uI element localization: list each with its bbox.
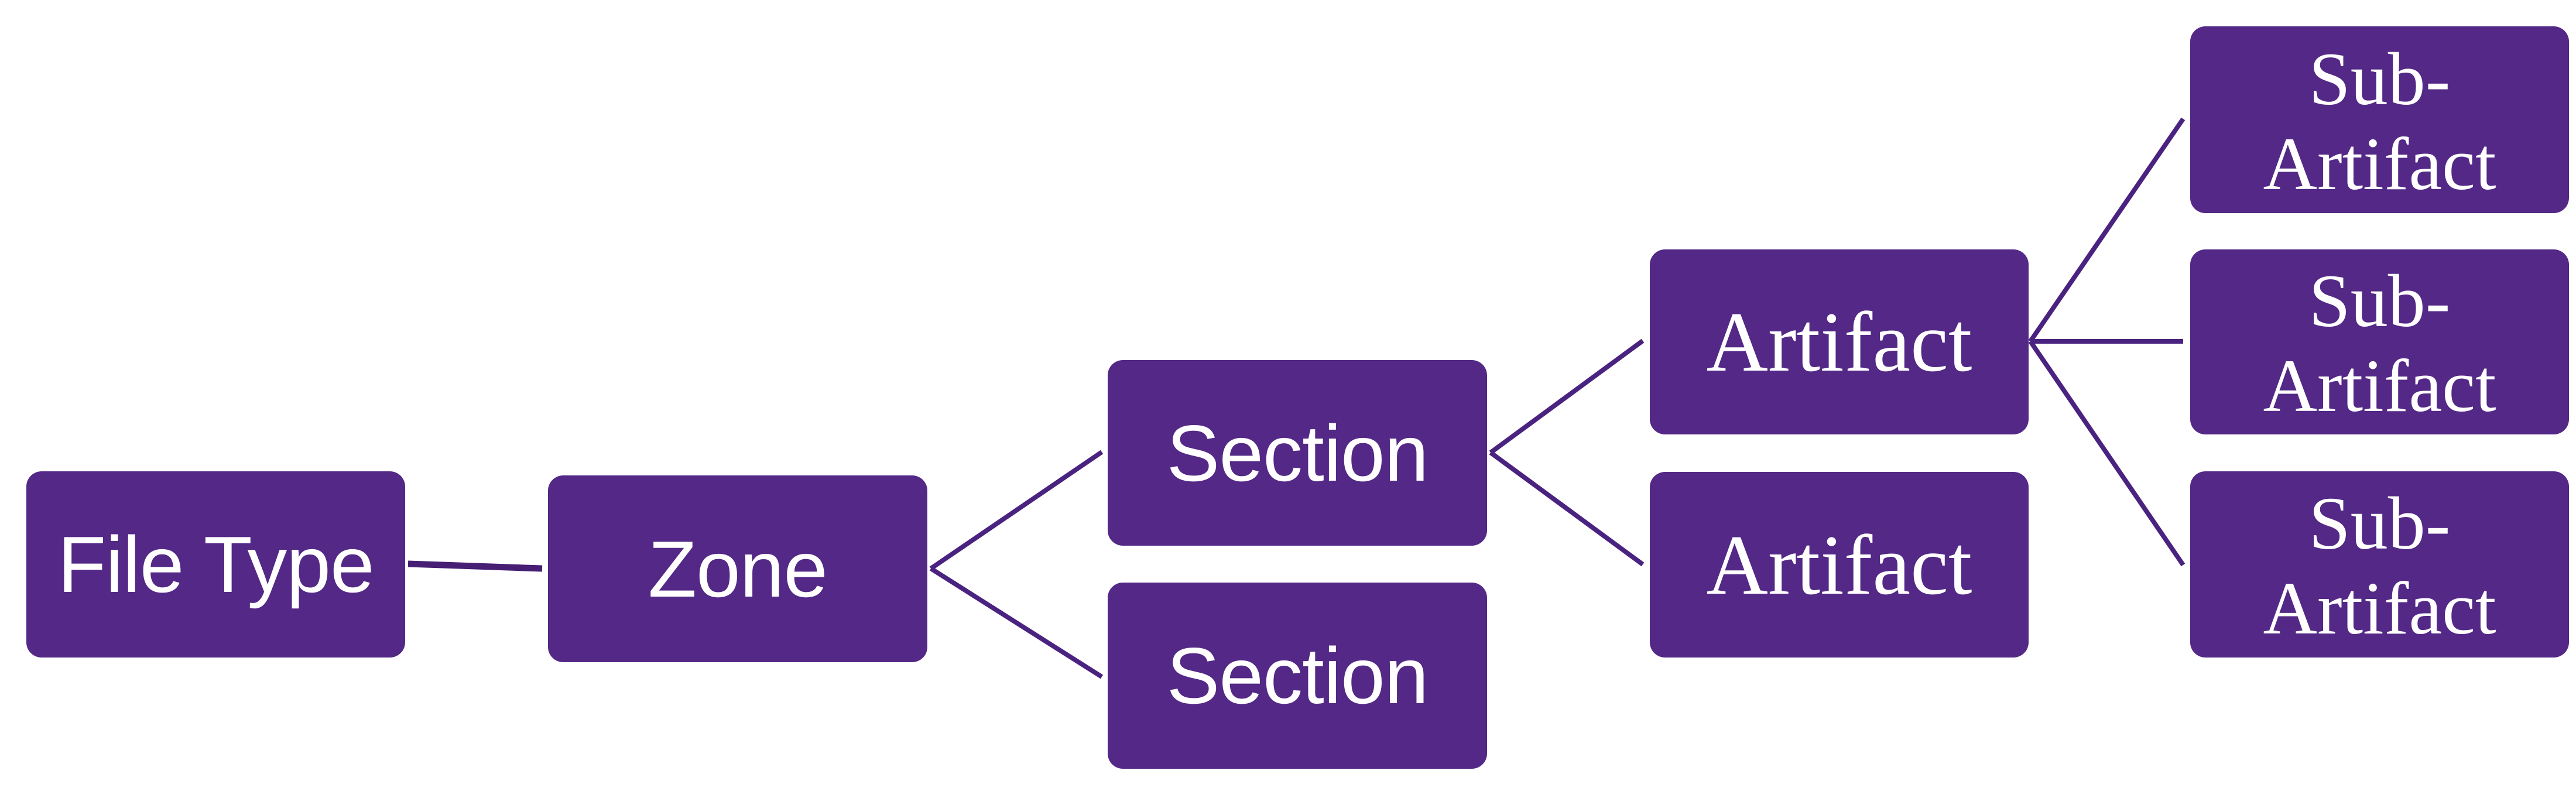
node-label: Sub- Artifact bbox=[2263, 37, 2496, 206]
connector-file-type-zone bbox=[407, 560, 543, 572]
node-label: Artifact bbox=[1706, 295, 1972, 389]
node-file-type: File Type bbox=[26, 471, 405, 658]
node-label: Artifact bbox=[1706, 517, 1972, 612]
node-section-1: Section bbox=[1108, 360, 1487, 546]
connector-zone-section-2 bbox=[929, 566, 1104, 679]
node-sub-artifact-3: Sub- Artifact bbox=[2190, 471, 2569, 658]
node-zone: Zone bbox=[548, 475, 927, 662]
node-label: Zone bbox=[648, 524, 828, 614]
node-label: File Type bbox=[57, 520, 374, 609]
connector-section-1-artifact-1 bbox=[1489, 338, 1645, 455]
node-label: Sub- Artifact bbox=[2263, 482, 2496, 650]
node-artifact-2: Artifact bbox=[1650, 472, 2029, 658]
hierarchy-diagram: File Type Zone Section Section Artifact … bbox=[0, 0, 2576, 791]
connector-artifact-1-sub-artifact-3 bbox=[2028, 340, 2186, 567]
node-sub-artifact-2: Sub- Artifact bbox=[2190, 249, 2569, 434]
connector-section-1-artifact-2 bbox=[1489, 450, 1645, 567]
node-sub-artifact-1: Sub- Artifact bbox=[2190, 26, 2569, 213]
node-label: Section bbox=[1166, 631, 1429, 720]
connector-zone-section-1 bbox=[929, 450, 1104, 571]
node-label: Section bbox=[1166, 408, 1429, 498]
node-artifact-1: Artifact bbox=[1650, 249, 2029, 434]
node-section-2: Section bbox=[1108, 583, 1487, 769]
connector-artifact-1-sub-artifact-1 bbox=[2028, 117, 2186, 343]
node-label: Sub- Artifact bbox=[2263, 259, 2496, 427]
